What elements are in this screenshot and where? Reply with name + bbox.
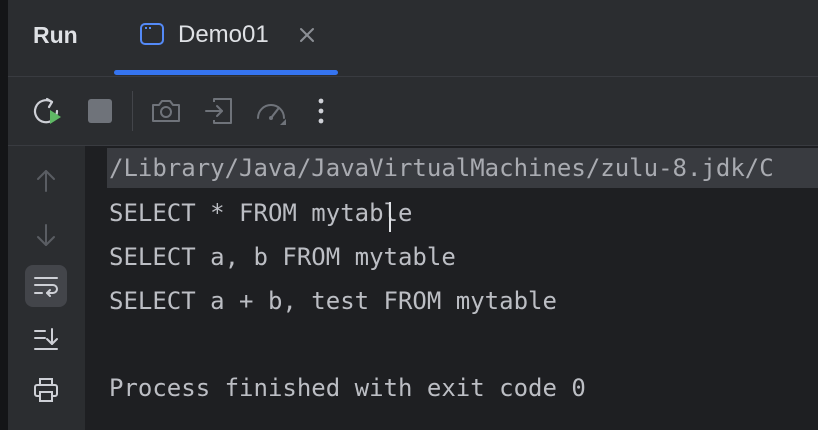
run-tool-window: Run Demo01 /Library/Java/JavaVirtualMach… [0, 0, 818, 430]
console-gutter [8, 146, 85, 430]
console-command-line: /Library/Java/JavaVirtualMachines/zulu-8… [107, 148, 818, 188]
rerun-icon [33, 97, 61, 124]
tab-label: Demo01 [178, 21, 269, 48]
console-line: SELECT a + b, test FROM mytable [109, 287, 557, 315]
restore-layout-button[interactable] [202, 94, 236, 128]
close-icon[interactable] [298, 26, 316, 44]
enter-icon [205, 98, 232, 124]
rerun-button[interactable] [30, 94, 64, 128]
profiler-button[interactable] [254, 94, 288, 128]
camera-icon [152, 100, 180, 122]
more-button[interactable] [304, 94, 338, 128]
app-window-icon [140, 23, 164, 45]
down-stack-button[interactable] [25, 214, 67, 256]
soft-wrap-button[interactable] [25, 265, 67, 307]
tab-demo01[interactable]: Demo01 [114, 0, 338, 76]
active-tab-indicator [114, 70, 338, 75]
console-line: SELECT a, b FROM mytable [109, 243, 456, 271]
stop-button[interactable] [83, 94, 117, 128]
arrow-up-icon [37, 170, 55, 192]
toolbar-separator [132, 91, 133, 131]
console-line: Process finished with exit code 0 [109, 374, 586, 402]
print-button[interactable] [25, 369, 67, 411]
printer-icon [34, 378, 58, 402]
soft-wrap-icon [34, 277, 58, 297]
run-toolbar [8, 77, 818, 146]
left-edge [0, 0, 8, 430]
arrow-down-icon [37, 224, 55, 246]
console-line: SELECT * FROM mytable [109, 199, 413, 227]
console-output[interactable]: /Library/Java/JavaVirtualMachines/zulu-8… [85, 146, 818, 430]
scroll-to-end-button[interactable] [25, 318, 67, 360]
screenshot-button[interactable] [149, 94, 183, 128]
text-cursor [389, 202, 391, 232]
panel-title: Run [33, 22, 78, 48]
more-vertical-icon [318, 98, 324, 124]
speedometer-icon [257, 104, 286, 125]
stop-icon [88, 99, 112, 123]
up-stack-button[interactable] [25, 160, 67, 202]
run-header: Run Demo01 [8, 0, 818, 77]
scroll-to-end-icon [34, 328, 58, 350]
